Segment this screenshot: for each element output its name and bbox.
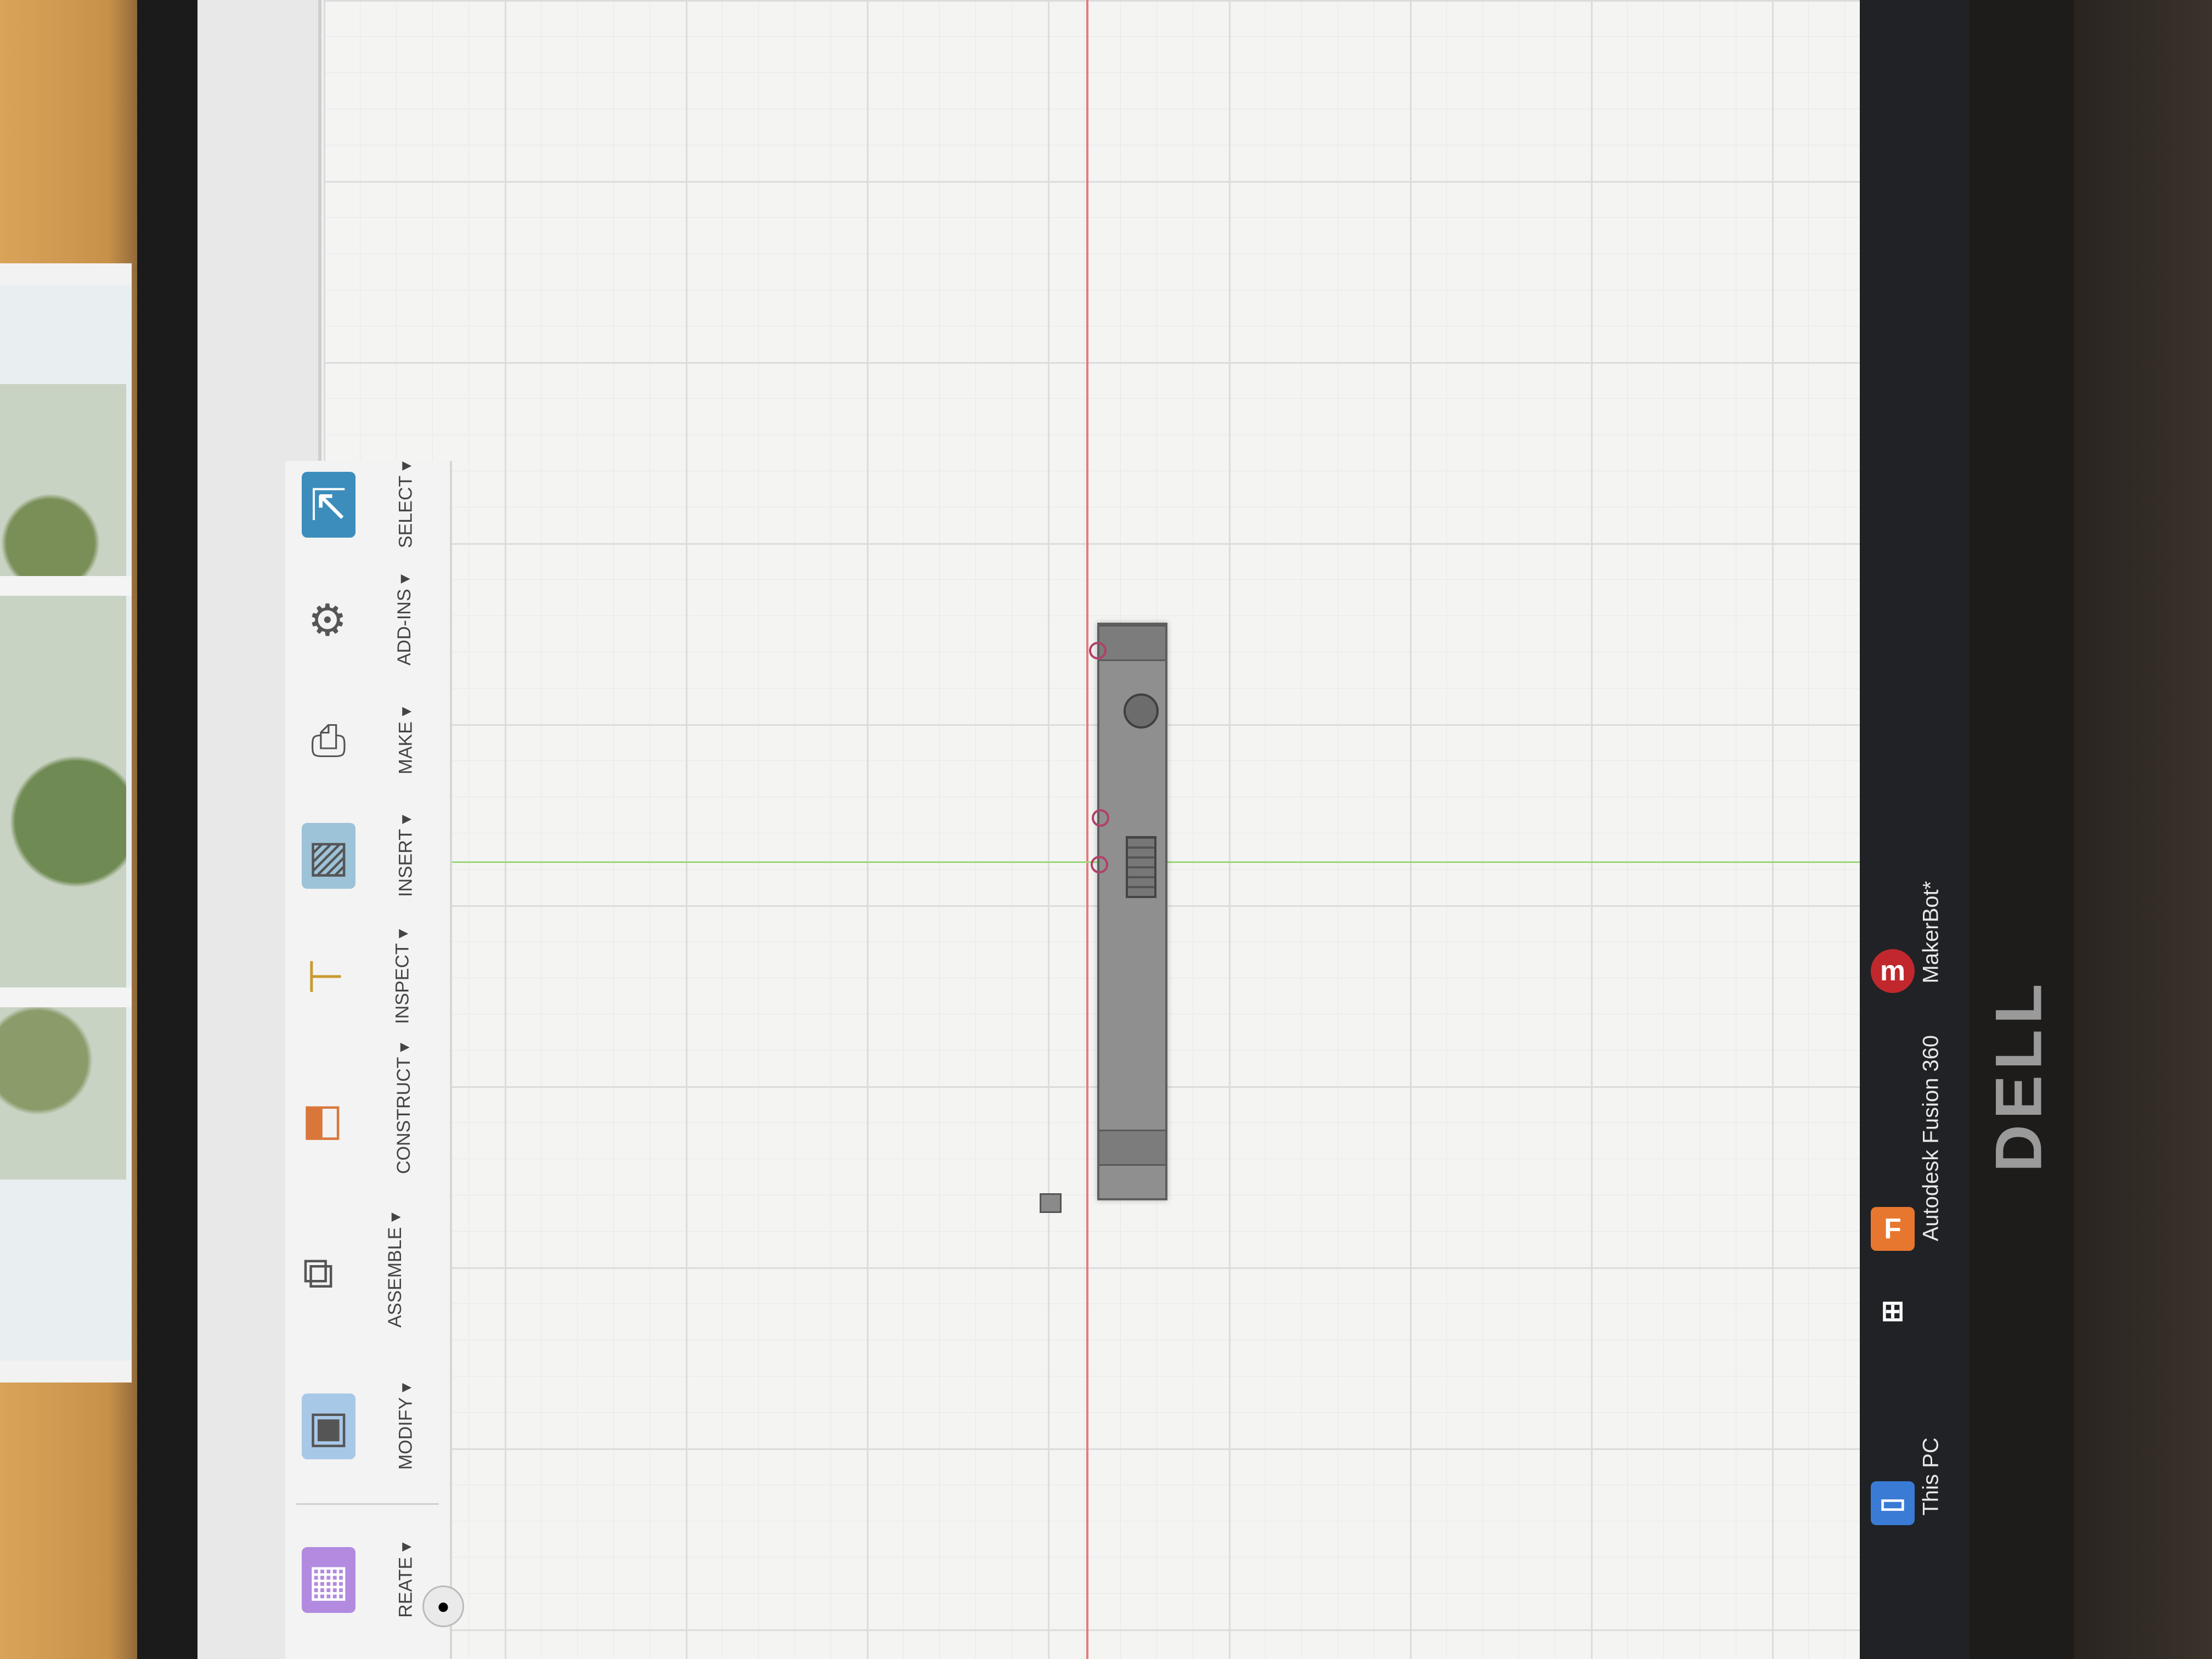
window-muntin	[0, 988, 132, 1007]
taskbar-this-pc-label: This PC	[1918, 1437, 1943, 1516]
toolbar-inspect[interactable]: ⊢ INSPECT ▾	[285, 929, 450, 1024]
construct-icon: ◧	[302, 1094, 343, 1144]
toolbar-inspect-label: INSPECT ▾	[392, 929, 413, 1024]
this-pc-icon: ▭	[1871, 1481, 1915, 1525]
window-foliage	[0, 384, 126, 1180]
toolbar-modify[interactable]: ▣ MODIFY ▾	[285, 1383, 450, 1470]
select-icon: ⇱	[302, 472, 356, 538]
monitor-bezel	[137, 0, 198, 1659]
taskbar-makerbot[interactable]: m MakerBot*	[1871, 881, 1943, 993]
model-body[interactable]	[1097, 623, 1167, 1200]
toolbar-insert[interactable]: ▨ INSERT ▾	[285, 815, 450, 897]
toolbar-select-label: SELECT ▾	[394, 461, 416, 549]
taskbar-start-button[interactable]: ⊞	[1871, 1289, 1915, 1333]
taskbar-fusion-label: Autodesk Fusion 360	[1918, 1035, 1943, 1242]
x-axis-line	[1086, 0, 1088, 1659]
taskbar-this-pc[interactable]: ▭ This PC	[1871, 1437, 1943, 1525]
toolbar-assemble[interactable]: ⧉ ASSEMBLE ▾	[285, 1212, 450, 1328]
toolbar-create-label: REATE ▾	[394, 1542, 416, 1618]
toolbar-add-ins[interactable]: ⚙ ADD-INS ▾	[285, 574, 450, 665]
sketch-point[interactable]	[1092, 809, 1109, 827]
toolbar-divider	[296, 1503, 439, 1505]
makerbot-icon: m	[1871, 949, 1915, 993]
toolbar-assemble-label: ASSEMBLE ▾	[385, 1212, 405, 1328]
toolbar-ribbon: ▦ REATE ▾ ▣ MODIFY ▾ ⧉ ASSEMBLE ▾ ◧ CONS…	[285, 461, 452, 1659]
part-tab	[1040, 1193, 1062, 1213]
fusion-icon: F	[1871, 1207, 1915, 1251]
insert-icon: ▨	[302, 823, 356, 889]
windows-taskbar: ▭ This PC ⊞ F Autodesk Fusion 360 m Make…	[1860, 0, 1970, 1659]
part-edge-top	[1099, 625, 1165, 661]
toolbar-select[interactable]: ⇱ SELECT ▾	[285, 461, 450, 548]
design-canvas[interactable]	[324, 0, 1860, 1659]
part-hole	[1124, 693, 1159, 729]
toolbar-construct-label: CONSTRUCT ▾	[393, 1042, 414, 1174]
part-edge-bottom	[1099, 1130, 1165, 1166]
toolbar-make[interactable]: ⎙ MAKE ▾	[285, 707, 450, 775]
taskbar-fusion[interactable]: F Autodesk Fusion 360	[1871, 1035, 1943, 1251]
sketch-point[interactable]	[1091, 856, 1108, 873]
fusion-window: ▦ REATE ▾ ▣ MODIFY ▾ ⧉ ASSEMBLE ▾ ◧ CONS…	[198, 0, 1860, 1659]
toolbar-make-label: MAKE ▾	[394, 707, 416, 775]
make-icon: ⎙	[311, 715, 346, 765]
modify-icon: ▣	[302, 1393, 356, 1459]
toolbar-modify-label: MODIFY ▾	[394, 1383, 416, 1470]
sketch-point[interactable]	[1089, 642, 1107, 659]
create-icon: ▦	[302, 1547, 356, 1613]
desk-surface	[2074, 0, 2212, 1659]
taskbar-makerbot-label: MakerBot*	[1918, 881, 1943, 984]
window-muntin	[0, 576, 132, 596]
toolbar-add-ins-label: ADD-INS ▾	[393, 574, 415, 666]
dell-logo: DELL	[1982, 978, 2056, 1172]
windows-icon: ⊞	[1881, 1295, 1905, 1327]
toolbar-insert-label: INSERT ▾	[394, 815, 416, 897]
inspect-icon: ⊢	[306, 952, 345, 1001]
browser-toggle-button[interactable]: ●	[422, 1585, 464, 1627]
assemble-icon: ⧉	[302, 1248, 334, 1297]
part-slot	[1126, 836, 1156, 898]
add-ins-icon: ⚙	[307, 595, 347, 645]
toolbar-construct[interactable]: ◧ CONSTRUCT ▾	[285, 1043, 450, 1174]
